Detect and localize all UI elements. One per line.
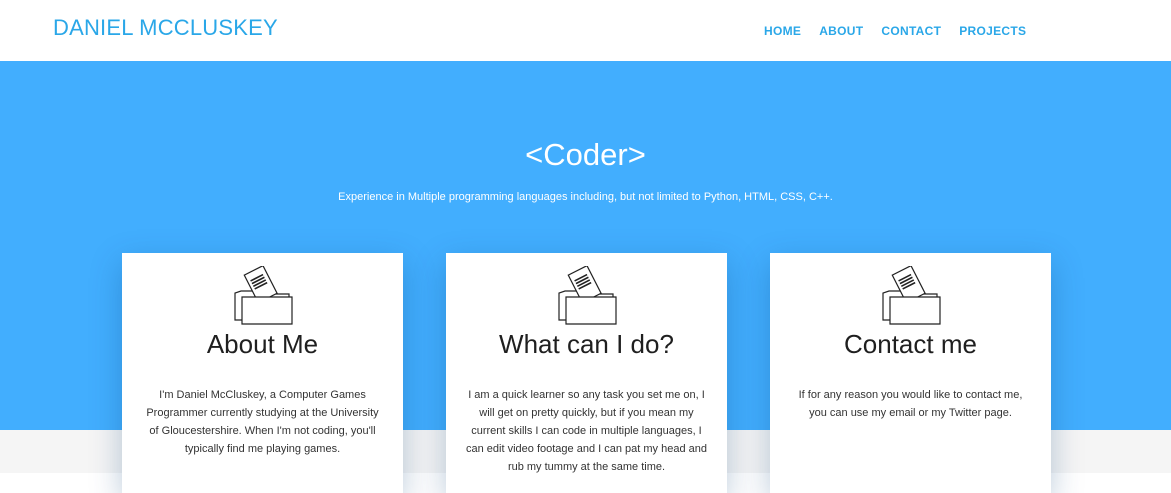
card-text: If for any reason you would like to cont… [798,389,1023,419]
card-text: I'm Daniel McCluskey, a Computer Games P… [146,389,379,455]
card-text: I am a quick learner so any task you set… [466,389,707,473]
nav-link-contact[interactable]: CONTACT [881,24,941,38]
card-title: About Me [206,329,319,359]
card-contact-me: Contact me If for any reason you would l… [770,253,1051,493]
nav-link-home[interactable]: HOME [764,24,801,38]
card-title: Contact me [844,329,977,359]
nav-links: HOME ABOUT CONTACT PROJECTS [764,24,1044,38]
nav-link-projects[interactable]: PROJECTS [959,24,1026,38]
card-what-can-i-do: What can I do? I am a quick learner so a… [446,253,727,493]
folder-document-icon [882,266,941,325]
card-about-me: About Me I'm Daniel McCluskey, a Compute… [122,253,403,493]
hero-subtitle: Experience in Multiple programming langu… [338,191,833,203]
hero-title: <Coder> [525,137,646,172]
brand-link[interactable]: DANIEL MCCLUSKEY [53,15,278,41]
nav-link-about[interactable]: ABOUT [819,24,863,38]
top-navbar: DANIEL MCCLUSKEY HOME ABOUT CONTACT PROJ… [0,0,1171,61]
folder-document-icon [234,266,293,325]
folder-document-icon [558,266,617,325]
card-title: What can I do? [499,329,674,359]
